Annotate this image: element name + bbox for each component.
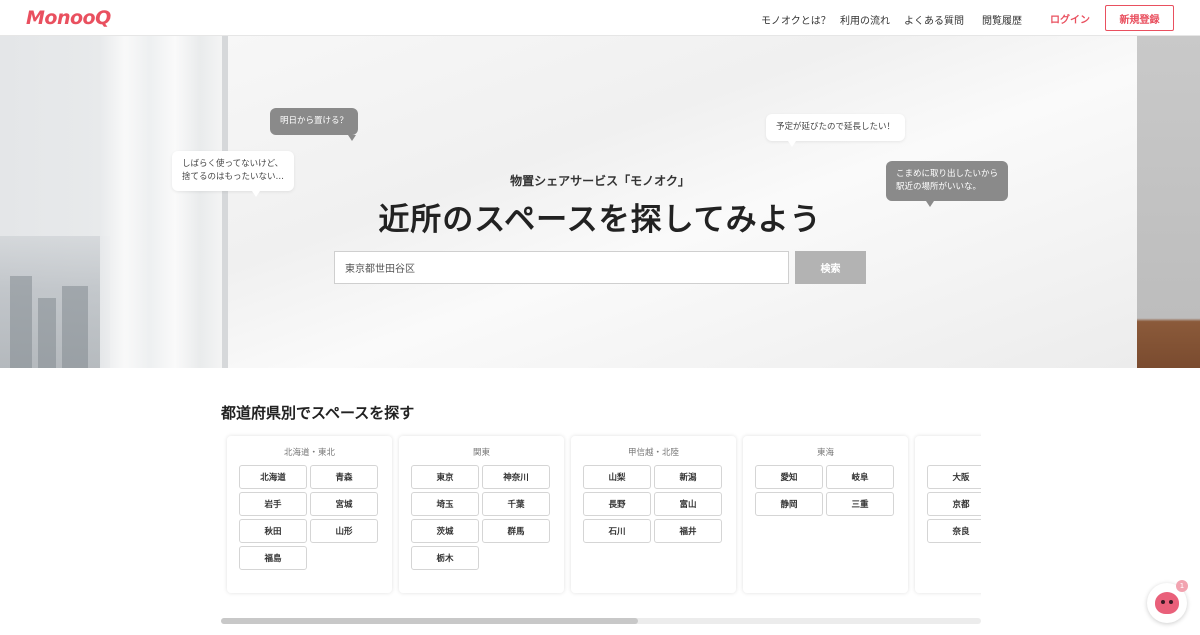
- prefecture-button[interactable]: 栃木: [411, 546, 479, 570]
- region-title: 北海道・東北: [283, 448, 335, 458]
- prefecture-button[interactable]: 秋田: [239, 519, 307, 543]
- prefecture-button[interactable]: 神奈川: [482, 465, 550, 489]
- prefecture-button[interactable]: 岐阜: [826, 465, 894, 489]
- region-title: 甲信越・北陸: [627, 448, 679, 458]
- prefecture-grid: 山梨 新潟 長野 富山 石川 福井: [583, 465, 724, 543]
- signup-button[interactable]: 新規登録: [1105, 5, 1174, 31]
- section-title: 都道府県別でスペースを探す: [221, 404, 415, 422]
- search-input[interactable]: [334, 251, 789, 284]
- prefecture-button[interactable]: 北海道: [239, 465, 307, 489]
- prefecture-grid: 大阪 京都 奈良: [927, 465, 981, 543]
- nav-flow[interactable]: 利用の流れ: [840, 12, 890, 27]
- region-title: 東海: [816, 448, 834, 458]
- prefecture-button[interactable]: 青森: [310, 465, 378, 489]
- prefecture-button[interactable]: 岩手: [239, 492, 307, 516]
- prefecture-grid: 北海道 青森 岩手 宮城 秋田 山形 福島: [239, 465, 380, 570]
- prefecture-button[interactable]: 東京: [411, 465, 479, 489]
- login-link[interactable]: ログイン: [1050, 11, 1090, 26]
- logo[interactable]: MonooQ: [26, 6, 111, 30]
- prefecture-button[interactable]: 愛知: [755, 465, 823, 489]
- prefecture-button[interactable]: 石川: [583, 519, 651, 543]
- prefecture-button[interactable]: 群馬: [482, 519, 550, 543]
- carousel-scrollbar[interactable]: [221, 618, 981, 624]
- logo-text: MonooQ: [26, 7, 111, 29]
- search-button[interactable]: 検索: [795, 251, 866, 284]
- region-card: 北海道・東北北海道 青森 岩手 宮城 秋田 山形 福島: [227, 436, 392, 593]
- prefecture-button[interactable]: 宮城: [310, 492, 378, 516]
- prefecture-button[interactable]: 埼玉: [411, 492, 479, 516]
- prefecture-grid: 東京 神奈川 埼玉 千葉 茨城 群馬 栃木: [411, 465, 552, 570]
- region-card: 関東東京 神奈川 埼玉 千葉 茨城 群馬 栃木: [399, 436, 564, 593]
- building: [10, 276, 32, 368]
- prefecture-button[interactable]: 新潟: [654, 465, 722, 489]
- prefecture-button[interactable]: 千葉: [482, 492, 550, 516]
- chat-mascot-icon: [1155, 592, 1179, 614]
- speech-bubble: 明日から置ける？: [270, 108, 359, 141]
- region-carousel[interactable]: 北海道・東北 北海道 青森 岩手 宮城 秋田 山形 福島 関東 東京 神奈川 埼玉 千葉 茨城 群馬 栃木 甲信…: [221, 430, 981, 600]
- chat-badge: 1: [1176, 580, 1188, 592]
- nav-faq[interactable]: よくある質問: [904, 12, 964, 27]
- region-card: 大阪 京都 奈良: [915, 436, 981, 593]
- prefecture-grid: 愛知 岐阜 静岡 三重: [755, 465, 896, 516]
- prefecture-button[interactable]: 山梨: [583, 465, 651, 489]
- prefecture-button[interactable]: 京都: [927, 492, 981, 516]
- region-card: 甲信越・北陸山梨 新潟 長野 富山 石川 福井: [571, 436, 736, 593]
- region-card: 東海愛知 岐阜 静岡 三重: [743, 436, 908, 593]
- speech-bubble: 予定が延びたので延長したい！: [766, 114, 906, 147]
- hero-subtitle: 物置シェアサービス「モノオク」: [510, 174, 690, 188]
- prefecture-button[interactable]: 三重: [826, 492, 894, 516]
- prefecture-button[interactable]: 長野: [583, 492, 651, 516]
- prefecture-button[interactable]: 大阪: [927, 465, 981, 489]
- building: [62, 286, 88, 368]
- region-title: [927, 444, 981, 462]
- prefecture-button[interactable]: 福島: [239, 546, 307, 570]
- hero-title: 近所のスペースを探してみよう: [378, 202, 822, 238]
- prefecture-button[interactable]: 茨城: [411, 519, 479, 543]
- building: [38, 298, 56, 368]
- prefecture-button[interactable]: 福井: [654, 519, 722, 543]
- prefecture-button[interactable]: 奈良: [927, 519, 981, 543]
- hero: 明日から置ける？ しばらく使ってないけど、 捨てるのはもったいない… 予定が延び…: [0, 36, 1200, 368]
- site-header: MonooQ モノオクとは？ 利用の流れ よくある質問 閲覧履歴 ログイン 新規…: [0, 0, 1200, 36]
- nav-about[interactable]: モノオクとは？: [761, 12, 831, 27]
- prefecture-button[interactable]: 富山: [654, 492, 722, 516]
- nav-history[interactable]: 閲覧履歴: [982, 12, 1022, 27]
- region-title: 関東: [472, 448, 490, 458]
- prefecture-button[interactable]: 静岡: [755, 492, 823, 516]
- prefecture-button[interactable]: 山形: [310, 519, 378, 543]
- region-cards: 北海道・東北 北海道 青森 岩手 宮城 秋田 山形 福島 関東 東京 神奈川 埼玉 千葉 茨城 群馬 栃木 甲信…: [227, 436, 981, 593]
- scrollbar-thumb[interactable]: [221, 618, 638, 624]
